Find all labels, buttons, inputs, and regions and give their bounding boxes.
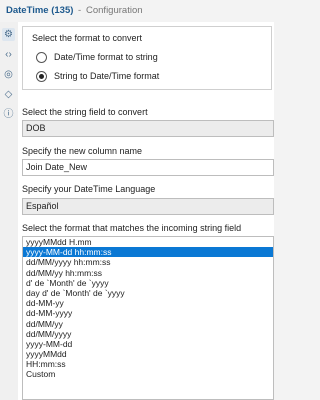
sidebar: ⚙ ‹› ◎ ◇ ⓘ bbox=[0, 22, 19, 400]
list-item-selected[interactable]: yyyy-MM-dd hh:mm:ss bbox=[23, 247, 273, 258]
list-item[interactable]: yyyyMMdd bbox=[23, 349, 273, 359]
list-item[interactable]: dd/MM/yyyy bbox=[23, 329, 273, 339]
list-item[interactable]: Custom bbox=[23, 369, 273, 379]
tag-icon[interactable]: ◇ bbox=[2, 88, 15, 101]
target-icon[interactable]: ◎ bbox=[2, 68, 15, 81]
list-item[interactable]: dd/MM/yy bbox=[23, 319, 273, 329]
list-item[interactable]: yyyy-MM-dd bbox=[23, 339, 273, 349]
tool-name: DateTime (135) bbox=[6, 5, 74, 16]
new-column-input[interactable]: Join Date_New bbox=[22, 159, 274, 176]
list-item[interactable]: yyyyMMdd H.mm bbox=[23, 237, 273, 247]
window-title: Configuration bbox=[86, 5, 143, 16]
radio-label: Date/Time format to string bbox=[54, 52, 158, 62]
title-separator: - bbox=[78, 5, 82, 16]
help-icon[interactable]: ⓘ bbox=[2, 108, 15, 121]
format-list-label: Select the format that matches the incom… bbox=[22, 223, 242, 233]
title-bar: DateTime (135) - Configuration bbox=[0, 0, 274, 23]
list-item[interactable]: dd/MM/yy hh:mm:ss bbox=[23, 268, 273, 278]
format-group-title: Select the format to convert bbox=[32, 33, 143, 43]
code-icon[interactable]: ‹› bbox=[2, 48, 15, 61]
language-label: Specify your DateTime Language bbox=[22, 184, 156, 194]
list-item[interactable]: day d' de `Month' de `yyyy bbox=[23, 288, 273, 298]
list-item[interactable]: d' de `Month' de `yyyy bbox=[23, 278, 273, 288]
list-item[interactable]: dd/MM/yyyy hh:mm:ss bbox=[23, 257, 273, 267]
language-select[interactable]: Español bbox=[22, 198, 274, 215]
radio-label: String to Date/Time format bbox=[54, 71, 160, 81]
format-group: Select the format to convert Date/Time f… bbox=[22, 26, 272, 90]
list-item[interactable]: dd-MM-yy bbox=[23, 298, 273, 308]
configuration-panel: Select the format to convert Date/Time f… bbox=[18, 22, 274, 400]
radio-button-selected[interactable] bbox=[36, 71, 47, 82]
new-column-label: Specify the new column name bbox=[22, 146, 143, 156]
radio-button[interactable] bbox=[36, 52, 47, 63]
list-item[interactable]: dd-MM-yyyy bbox=[23, 308, 273, 318]
string-field-select[interactable]: DOB bbox=[22, 120, 274, 137]
list-item[interactable]: HH:mm:ss bbox=[23, 359, 273, 369]
string-field-label: Select the string field to convert bbox=[22, 107, 148, 117]
format-listbox[interactable]: yyyyMMdd H.mm yyyy-MM-dd hh:mm:ss dd/MM/… bbox=[22, 236, 274, 400]
gear-icon[interactable]: ⚙ bbox=[2, 28, 15, 41]
